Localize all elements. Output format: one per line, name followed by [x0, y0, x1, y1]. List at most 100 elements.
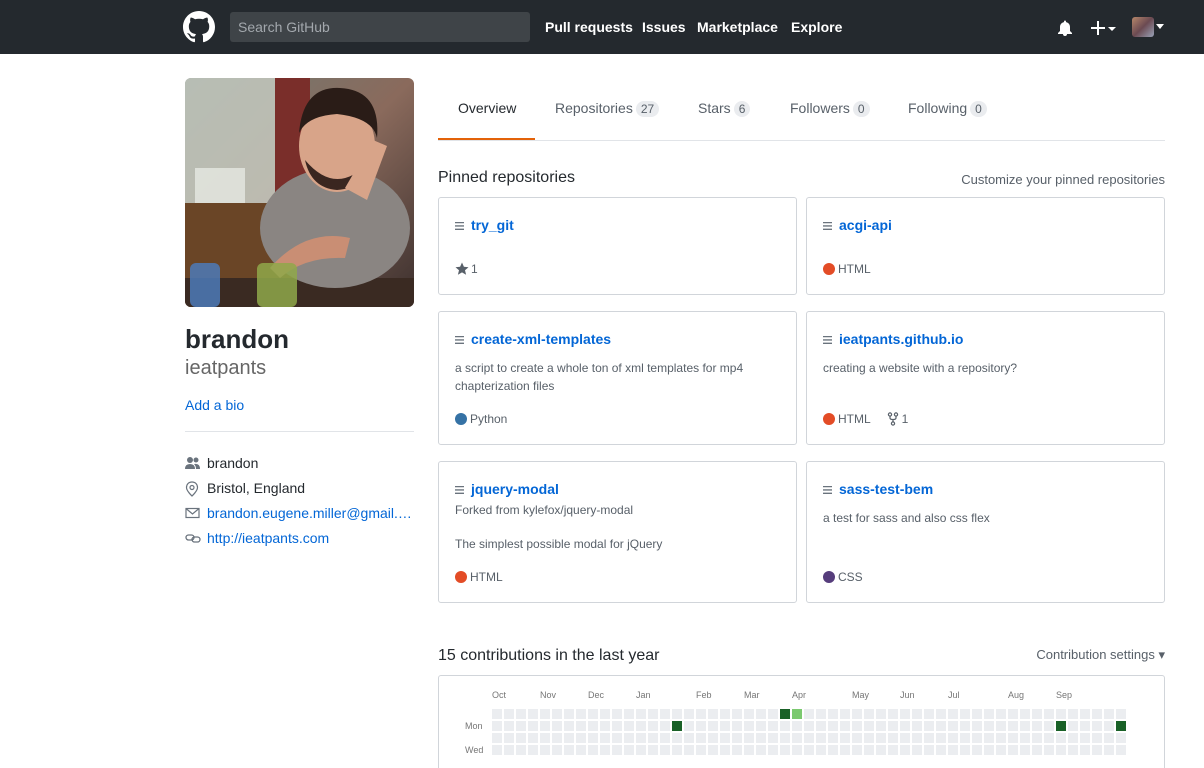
contribution-day-cell[interactable] [1116, 733, 1126, 743]
contribution-day-cell[interactable] [696, 733, 706, 743]
contribution-day-cell[interactable] [504, 709, 514, 719]
contribution-day-cell[interactable] [1068, 721, 1078, 731]
contribution-day-cell[interactable] [900, 709, 910, 719]
contribution-day-cell[interactable] [972, 709, 982, 719]
contribution-day-cell[interactable] [1104, 721, 1114, 731]
contribution-day-cell[interactable] [576, 721, 586, 731]
contribution-day-cell[interactable] [732, 745, 742, 755]
contribution-day-cell[interactable] [888, 709, 898, 719]
contribution-day-cell[interactable] [744, 733, 754, 743]
contribution-day-cell[interactable] [756, 709, 766, 719]
chevron-down-icon[interactable] [1155, 24, 1165, 30]
contribution-day-cell[interactable] [756, 745, 766, 755]
contribution-day-cell[interactable] [684, 745, 694, 755]
contribution-day-cell[interactable] [528, 709, 538, 719]
contribution-day-cell[interactable] [672, 709, 682, 719]
stars-meta[interactable]: 1 [455, 262, 478, 276]
email-link[interactable]: brandon.eugene.miller@gmail.com [207, 505, 414, 521]
repo-name-link[interactable]: create-xml-templates [471, 331, 611, 347]
contribution-day-cell[interactable] [912, 733, 922, 743]
contribution-day-cell[interactable] [504, 745, 514, 755]
contribution-day-cell[interactable] [576, 745, 586, 755]
contribution-day-cell[interactable] [1068, 745, 1078, 755]
contribution-day-cell[interactable] [624, 733, 634, 743]
contribution-day-cell[interactable] [528, 721, 538, 731]
contribution-day-cell[interactable] [984, 709, 994, 719]
contribution-day-cell[interactable] [816, 745, 826, 755]
contribution-day-cell[interactable] [948, 709, 958, 719]
contribution-day-cell[interactable] [924, 709, 934, 719]
contribution-day-cell[interactable] [648, 709, 658, 719]
contribution-day-cell[interactable] [684, 733, 694, 743]
contribution-day-cell[interactable] [852, 733, 862, 743]
contribution-day-cell[interactable] [924, 733, 934, 743]
contribution-day-cell[interactable] [780, 721, 790, 731]
contribution-day-cell[interactable] [1044, 709, 1054, 719]
contribution-day-cell[interactable] [984, 721, 994, 731]
contribution-day-cell[interactable] [660, 709, 670, 719]
contribution-day-cell[interactable] [984, 733, 994, 743]
contribution-settings-dropdown[interactable]: Contribution settings ▾ [1036, 647, 1165, 663]
contribution-day-cell[interactable] [588, 709, 598, 719]
plus-dropdown-icon[interactable] [1090, 20, 1118, 36]
contribution-day-cell[interactable] [672, 733, 682, 743]
contribution-day-cell[interactable] [492, 733, 502, 743]
contribution-day-cell[interactable] [588, 745, 598, 755]
contribution-day-cell[interactable] [564, 721, 574, 731]
contribution-day-cell[interactable] [876, 733, 886, 743]
contribution-day-cell[interactable] [1032, 733, 1042, 743]
contribution-day-cell[interactable] [804, 709, 814, 719]
contribution-day-cell[interactable] [960, 733, 970, 743]
contribution-day-cell[interactable] [516, 745, 526, 755]
contribution-day-cell[interactable] [1056, 745, 1066, 755]
contribution-day-cell[interactable] [732, 709, 742, 719]
contribution-day-cell[interactable] [1008, 709, 1018, 719]
contribution-day-cell[interactable] [1068, 733, 1078, 743]
contribution-day-cell[interactable] [624, 721, 634, 731]
contribution-day-cell[interactable] [924, 721, 934, 731]
website-link[interactable]: http://ieatpants.com [207, 530, 414, 546]
contribution-day-cell[interactable] [1104, 745, 1114, 755]
contribution-day-cell[interactable] [816, 721, 826, 731]
contribution-day-cell[interactable] [948, 745, 958, 755]
contribution-day-cell[interactable] [852, 721, 862, 731]
contribution-day-cell[interactable] [792, 733, 802, 743]
contribution-day-cell[interactable] [660, 745, 670, 755]
contribution-day-cell[interactable] [960, 709, 970, 719]
contribution-day-cell[interactable] [912, 745, 922, 755]
contribution-day-cell[interactable] [768, 745, 778, 755]
contribution-day-cell[interactable] [828, 745, 838, 755]
contribution-day-cell[interactable] [504, 721, 514, 731]
contribution-day-cell[interactable] [804, 733, 814, 743]
contribution-day-cell[interactable] [636, 709, 646, 719]
contribution-day-cell[interactable] [660, 733, 670, 743]
contribution-day-cell[interactable] [564, 745, 574, 755]
contribution-day-cell[interactable] [576, 733, 586, 743]
contribution-day-cell[interactable] [996, 745, 1006, 755]
contribution-day-cell[interactable] [828, 709, 838, 719]
contribution-day-cell[interactable] [876, 709, 886, 719]
nav-explore[interactable]: Explore [791, 19, 842, 35]
contribution-day-cell[interactable] [732, 733, 742, 743]
contribution-day-cell[interactable] [612, 733, 622, 743]
contribution-day-cell[interactable] [900, 745, 910, 755]
contribution-day-cell[interactable] [708, 709, 718, 719]
contribution-day-cell[interactable] [792, 721, 802, 731]
contribution-day-cell[interactable] [516, 733, 526, 743]
detail-website[interactable]: http://ieatpants.com [185, 530, 414, 548]
contribution-day-cell[interactable] [552, 745, 562, 755]
contribution-day-cell[interactable] [540, 709, 550, 719]
contribution-day-cell[interactable] [720, 721, 730, 731]
tab-followers[interactable]: Followers 0 [790, 100, 870, 117]
contribution-day-cell[interactable] [1020, 721, 1030, 731]
tab-following[interactable]: Following 0 [908, 100, 987, 117]
contribution-day-cell[interactable] [648, 733, 658, 743]
contribution-day-cell[interactable] [876, 745, 886, 755]
contribution-day-cell[interactable] [804, 721, 814, 731]
contribution-day-cell[interactable] [780, 733, 790, 743]
contribution-day-cell[interactable] [912, 709, 922, 719]
contribution-day-cell[interactable] [732, 721, 742, 731]
contribution-day-cell[interactable] [900, 733, 910, 743]
contribution-day-cell[interactable] [1092, 745, 1102, 755]
contribution-day-cell[interactable] [780, 745, 790, 755]
